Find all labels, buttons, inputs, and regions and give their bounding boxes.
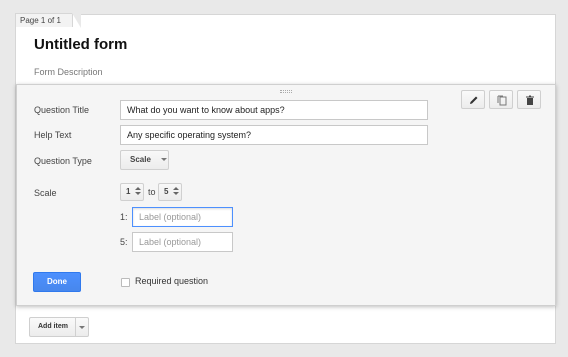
drag-handle[interactable]	[280, 90, 292, 93]
scale-max-label-input[interactable]: Label (optional)	[132, 232, 233, 252]
question-title-input[interactable]: What do you want to know about apps?	[120, 100, 428, 120]
required-checkbox[interactable]	[121, 278, 130, 287]
form-description[interactable]: Form Description	[34, 67, 103, 77]
help-text-input[interactable]: Any specific operating system?	[120, 125, 428, 145]
duplicate-button[interactable]	[489, 90, 513, 109]
scale-to-text: to	[148, 187, 156, 197]
required-label[interactable]: Required question	[135, 276, 208, 286]
form-title[interactable]: Untitled form	[34, 36, 127, 53]
question-type-select[interactable]: Scale	[120, 150, 169, 170]
pencil-icon	[470, 96, 478, 104]
help-text-label: Help Text	[34, 130, 72, 140]
scale-min-value: 1	[126, 187, 131, 196]
question-type-value: Scale	[130, 155, 151, 164]
chevron-down-icon[interactable]	[79, 326, 85, 329]
scale-min-index: 1:	[120, 212, 128, 222]
add-item-label: Add item	[38, 323, 68, 330]
done-button[interactable]: Done	[33, 272, 81, 292]
scale-max-index: 5:	[120, 237, 128, 247]
scale-min-select[interactable]: 1	[120, 183, 144, 201]
page-tab[interactable]: Page 1 of 1	[15, 13, 81, 28]
scale-max-select[interactable]: 5	[158, 183, 182, 201]
scale-min-label-input[interactable]: Label (optional)	[132, 207, 233, 227]
question-title-label: Question Title	[34, 105, 90, 115]
scale-label: Scale	[34, 188, 57, 198]
scale-max-value: 5	[164, 187, 169, 196]
add-item-button[interactable]: Add item	[29, 317, 89, 337]
spinner-arrows-icon	[173, 187, 179, 195]
duplicate-icon	[497, 95, 507, 106]
spinner-arrows-icon	[135, 187, 141, 195]
trash-icon	[526, 95, 534, 105]
add-item-divider	[75, 318, 76, 336]
edit-button[interactable]	[461, 90, 485, 109]
question-type-label: Question Type	[34, 156, 92, 166]
delete-button[interactable]	[517, 90, 541, 109]
chevron-down-icon	[160, 158, 167, 162]
